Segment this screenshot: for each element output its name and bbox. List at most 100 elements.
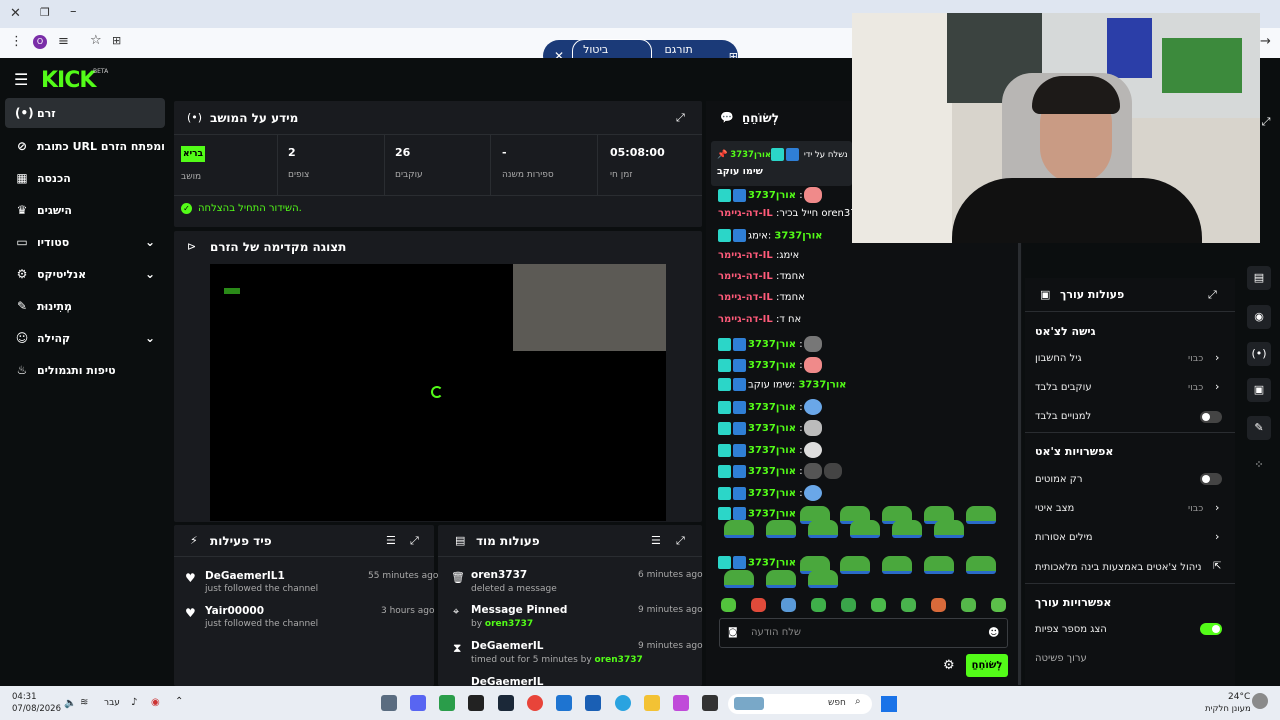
filter-icon[interactable]: ☰ (651, 534, 661, 547)
file-explorer-icon[interactable] (644, 695, 660, 711)
sidebar-item-achievements[interactable]: ♛ הישגים (5, 195, 165, 225)
chat-username[interactable]: אורן3737 (748, 190, 796, 201)
document-icon[interactable]: ▤ (1247, 266, 1271, 290)
chat-message[interactable]: דה-גיימר-IL :חייל בכיר oren3737 (718, 208, 869, 219)
emote-picker-item[interactable] (781, 598, 796, 612)
sidebar-item-rewards[interactable]: ♨ טיפות ותגמולים (5, 355, 165, 385)
emote-picker-item[interactable] (841, 598, 856, 612)
chevron-right-icon[interactable]: › (1215, 380, 1219, 393)
followers-only-label[interactable]: עוקבים בלבד (1035, 382, 1092, 393)
hamburger-menu-icon[interactable]: ☰ (14, 70, 28, 89)
chat-username[interactable]: אורן3737 (774, 231, 822, 242)
chat-input[interactable]: ◙ שלח הודעה ☻ (719, 618, 1008, 648)
chat-message[interactable]: אורן3737 :שימו עוקב (718, 378, 846, 391)
wrench-icon[interactable]: ✎ (1247, 416, 1271, 440)
chat-message[interactable]: אורן3737 : (718, 463, 843, 479)
chat-message[interactable]: דה-גיימר-IL :אימג (718, 250, 799, 261)
emote-picker-item[interactable] (991, 598, 1006, 612)
popout-icon[interactable]: ⤢ (410, 534, 419, 548)
edit-raid-label[interactable]: ערוך פשיטה (1035, 653, 1087, 664)
emote-picker-item[interactable] (811, 598, 826, 612)
emote-picker-item[interactable] (721, 598, 736, 612)
chat-message[interactable]: אורן3737 : (718, 507, 803, 520)
sidebar-item-community[interactable]: ☺ קהילה ⌄ (5, 323, 165, 353)
store-app-icon[interactable] (585, 695, 601, 711)
sidebar-item-revenue[interactable]: ▦ הכנסה (5, 163, 165, 193)
chat-username[interactable]: אורן3737 (748, 339, 796, 350)
chrome-app-icon[interactable] (527, 695, 543, 711)
chat-message[interactable]: אורן3737 : (718, 556, 803, 569)
chat-message[interactable]: אורן3737 : (718, 336, 823, 352)
broadcast-icon[interactable]: (•) (1247, 342, 1271, 366)
weather-temp[interactable]: 24°C (1228, 692, 1250, 702)
menu-dots-icon[interactable]: ⋮ (10, 34, 23, 49)
chat-username[interactable]: אורן3737 (748, 558, 796, 569)
filter-icon[interactable]: ☰ (386, 534, 396, 547)
sidebar-item-moderation[interactable]: ✎ מְתִינוּת (5, 291, 165, 321)
slow-mode-label[interactable]: מצב איטי (1035, 503, 1074, 514)
profile-avatar[interactable]: O (33, 35, 47, 49)
restore-window-icon[interactable]: ❐ (40, 6, 50, 19)
pinned-message[interactable]: 📌 נשלח על ידי אורן3737 שימו עוקב (711, 141, 852, 186)
sidebar-item-stream-url[interactable]: ⊘ כתובת URL ומפתח הזרם (5, 131, 165, 161)
weather-text[interactable]: מעונן חלקית (1205, 704, 1251, 714)
chat-username[interactable]: אורן3737 (748, 488, 796, 499)
close-window-icon[interactable]: ✕ (10, 6, 21, 21)
clock-time[interactable]: 04:31 (12, 692, 37, 702)
chat-message[interactable]: דה-גיימר-IL :אחמד (718, 271, 805, 282)
show-viewers-toggle[interactable] (1200, 623, 1222, 635)
taskbar-search[interactable]: חפש ⌕ (728, 694, 872, 714)
chevron-right-icon[interactable]: › (1215, 530, 1219, 543)
recording-icon[interactable]: ◉ (151, 697, 160, 708)
bookmark-star-icon[interactable]: ☆ (90, 33, 102, 48)
editor-icon[interactable]: ▣ (1247, 378, 1271, 402)
chat-message[interactable]: דה-גיימר-IL :אח ד (718, 314, 801, 325)
steam-app-icon[interactable] (498, 695, 514, 711)
chat-bubble-icon[interactable]: ◉ (1247, 305, 1271, 329)
chat-message[interactable]: אורן3737 : (718, 420, 823, 436)
chat-message[interactable]: אורן3737 :אימג (718, 229, 822, 242)
microphone-icon[interactable]: ♪ (131, 697, 137, 708)
chat-username[interactable]: דה-גיימר-IL (718, 271, 773, 282)
emote-picker-item[interactable] (871, 598, 886, 612)
outlook-app-icon[interactable] (556, 695, 572, 711)
chat-username[interactable]: דה-גיימר-IL (718, 250, 773, 261)
chat-message[interactable]: דה-גיימר-IL :אחמד (718, 292, 805, 303)
settings-app-icon[interactable] (381, 695, 397, 711)
app-icon[interactable] (439, 695, 455, 711)
dots-icon[interactable]: ⁘ (1247, 453, 1271, 477)
chat-message[interactable]: אורן3737 : (718, 187, 823, 203)
chat-message[interactable]: אורן3737 : (718, 399, 823, 415)
chevron-right-icon[interactable]: › (1215, 351, 1219, 364)
popout-icon[interactable]: ⤢ (1208, 288, 1217, 302)
chat-username[interactable]: אורן3737 (748, 402, 796, 413)
back-arrow-icon[interactable]: → (1260, 34, 1271, 49)
obs-app-icon[interactable] (468, 695, 484, 711)
gear-icon[interactable]: ⚙ (943, 658, 955, 673)
sidebar-item-analytics[interactable]: ⚙ אנליטיקס ⌄ (5, 259, 165, 289)
emote-picker-item[interactable] (961, 598, 976, 612)
chat-username[interactable]: אורן3737 (748, 360, 796, 371)
chat-scrollbar[interactable] (1018, 240, 1021, 685)
chat-username[interactable]: אורן3737 (748, 466, 796, 477)
translate-icon[interactable]: ⊞ (112, 34, 121, 47)
popout-icon[interactable]: ⤢ (676, 534, 685, 548)
reading-list-icon[interactable]: ≡ (58, 34, 69, 49)
emote-picker-item[interactable] (931, 598, 946, 612)
chat-username[interactable]: דה-גיימר-IL (718, 314, 773, 325)
terminal-app-icon[interactable] (702, 695, 718, 711)
discord-app-icon[interactable] (410, 695, 426, 711)
chevron-up-icon[interactable]: ⌃ (175, 696, 183, 707)
kick-logo[interactable]: KICK (41, 68, 96, 93)
chat-username[interactable]: דה-גיימר-IL (718, 208, 773, 219)
emoji-icon[interactable]: ☻ (988, 626, 999, 639)
windows-start-icon[interactable] (881, 696, 897, 712)
emote-picker-item[interactable] (901, 598, 916, 612)
language-indicator[interactable]: עבר (104, 698, 120, 708)
emotes-only-toggle[interactable] (1200, 473, 1222, 485)
chevron-right-icon[interactable]: › (1215, 501, 1219, 514)
wifi-icon[interactable]: ≋ (80, 697, 88, 708)
minimize-window-icon[interactable]: – (70, 4, 77, 19)
copilot-app-icon[interactable] (673, 695, 689, 711)
sidebar-item-studio[interactable]: ▭ סטודיו ⌄ (5, 227, 165, 257)
